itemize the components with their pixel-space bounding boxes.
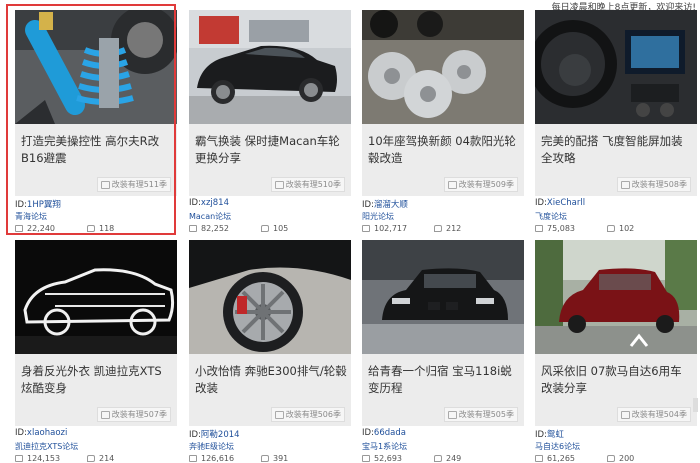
article-title[interactable]: 给青春一个归宿 宝马118i蜕变历程 [368,363,520,397]
view-count: 126,616 [201,454,235,463]
author-line: ID:阿勒2014 [189,428,240,440]
view-count: 82,252 [201,224,229,233]
series-tag: 改装有理507季 [96,407,171,422]
forum-link[interactable]: 凯迪拉克XTS论坛 [15,441,78,452]
author-link[interactable]: 溜溜大顺 [374,200,408,210]
article-thumbnail[interactable] [189,240,351,354]
article-caption[interactable]: 身着反光外衣 凯迪拉克XTS炫酷变身 改装有理507季 [15,354,177,426]
article-thumbnail[interactable] [189,10,351,124]
view-count: 75,083 [547,224,575,233]
author-prefix: ID: [362,428,374,438]
article-card[interactable]: 身着反光外衣 凯迪拉克XTS炫酷变身 改装有理507季 ID:xlaohaozi… [15,240,177,463]
article-title[interactable]: 风采依旧 07款马自达6用车改装分享 [541,363,693,397]
author-link[interactable]: 鸳虹 [547,430,564,440]
series-tag: 改装有理508季 [616,177,691,192]
comment-icon [607,455,615,462]
author-line: ID:66dada [362,428,406,438]
image-icon [362,225,370,232]
author-link[interactable]: xlaohaozi [27,428,67,438]
article-thumbnail[interactable] [362,240,524,354]
series-tag: 改装有理509季 [443,177,518,192]
author-line: ID:溜溜大顺 [362,198,408,210]
comment-icon [434,455,442,462]
article-caption[interactable]: 小改怡情 奔驰E300排气/轮毂改装 改装有理506季 [189,354,351,426]
view-count: 52,693 [374,454,402,463]
scrollbar-thumb[interactable] [693,398,698,412]
comment-count: 249 [446,454,462,463]
author-prefix: ID: [535,430,547,440]
image-icon [15,455,23,462]
article-caption[interactable]: 10年座驾换新颜 04款阳光轮毂改造 改装有理509季 [362,124,524,196]
series-tag: 改装有理510季 [270,177,345,192]
comment-count: 200 [619,454,635,463]
author-prefix: ID: [362,200,374,210]
article-title[interactable]: 身着反光外衣 凯迪拉克XTS炫酷变身 [21,363,173,397]
article-card[interactable]: 给青春一个归宿 宝马118i蜕变历程 改装有理505季 ID:66dada 宝马… [362,240,524,463]
forum-link[interactable]: 宝马1系论坛 [362,441,407,452]
author-prefix: ID: [15,428,27,438]
comment-icon [434,225,442,232]
comment-icon [607,225,615,232]
article-caption[interactable]: 霸气换装 保时捷Macan车轮更换分享 改装有理510季 [189,124,351,196]
comment-count: 391 [273,454,289,463]
series-tag: 改装有理505季 [443,407,518,422]
author-link[interactable]: 阿勒2014 [201,430,240,440]
article-card[interactable]: 10年座驾换新颜 04款阳光轮毂改造 改装有理509季 ID:溜溜大顺 阳光论坛… [362,10,524,233]
article-title[interactable]: 小改怡情 奔驰E300排气/轮毂改装 [195,363,347,397]
author-link[interactable]: XieCharll [547,198,585,208]
article-thumbnail[interactable] [362,10,524,124]
article-thumbnail[interactable] [15,240,177,354]
article-card[interactable]: 霸气换装 保时捷Macan车轮更换分享 改装有理510季 ID:xzj814 M… [189,10,351,233]
forum-link[interactable]: Macan论坛 [189,211,231,222]
forum-link[interactable]: 马自达6论坛 [535,441,580,452]
image-icon [535,225,543,232]
article-card[interactable]: 风采依旧 07款马自达6用车改装分享 改装有理504季 ID:鸳虹 马自达6论坛… [535,240,697,463]
comment-count: 214 [99,454,115,463]
forum-link[interactable]: 奔驰E级论坛 [189,441,234,452]
author-line: ID:XieCharll [535,198,585,208]
view-count: 124,153 [27,454,61,463]
comment-icon [261,225,269,232]
series-tag: 改装有理504季 [616,407,691,422]
author-prefix: ID: [189,198,201,208]
comment-count: 105 [273,224,289,233]
article-card[interactable]: 完美的配搭 飞度智能屏加装全攻略 改装有理508季 ID:XieCharll 飞… [535,10,697,233]
view-count: 102,717 [374,224,408,233]
forum-link[interactable]: 阳光论坛 [362,211,394,222]
author-line: ID:xzj814 [189,198,229,208]
article-card[interactable]: 小改怡情 奔驰E300排气/轮毂改装 改装有理506季 ID:阿勒2014 奔驰… [189,240,351,463]
article-title[interactable]: 10年座驾换新颜 04款阳光轮毂改造 [368,133,520,167]
author-link[interactable]: xzj814 [201,198,229,208]
author-prefix: ID: [189,430,201,440]
article-caption[interactable]: 给青春一个归宿 宝马118i蜕变历程 改装有理505季 [362,354,524,426]
author-prefix: ID: [535,198,547,208]
author-link[interactable]: 66dada [374,428,406,438]
article-title[interactable]: 完美的配搭 飞度智能屏加装全攻略 [541,133,693,167]
article-thumbnail[interactable] [535,240,697,354]
article-caption[interactable]: 完美的配搭 飞度智能屏加装全攻略 改装有理508季 [535,124,697,196]
article-caption[interactable]: 风采依旧 07款马自达6用车改装分享 改装有理504季 [535,354,697,426]
forum-link[interactable]: 飞度论坛 [535,211,567,222]
image-icon [189,455,197,462]
image-icon [189,225,197,232]
series-tag: 改装有理506季 [270,407,345,422]
article-thumbnail[interactable] [535,10,697,124]
image-icon [535,455,543,462]
view-count: 61,265 [547,454,575,463]
author-line: ID:鸳虹 [535,428,564,440]
article-title[interactable]: 霸气换装 保时捷Macan车轮更换分享 [195,133,347,167]
comment-icon [261,455,269,462]
selection-highlight [6,4,176,235]
comment-count: 212 [446,224,462,233]
image-icon [362,455,370,462]
comment-icon [87,455,95,462]
comment-count: 102 [619,224,635,233]
author-line: ID:xlaohaozi [15,428,67,438]
